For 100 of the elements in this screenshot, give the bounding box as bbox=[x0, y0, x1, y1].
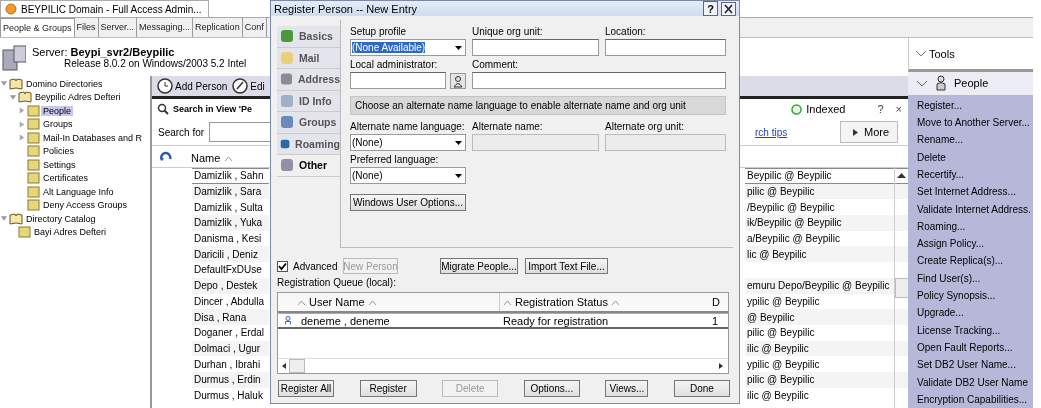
tab[interactable]: Files bbox=[74, 18, 99, 37]
tree-item[interactable]: Beypilic Adres Defteri bbox=[33, 92, 123, 103]
table-cell[interactable]: Dolmaci , Ugur bbox=[192, 340, 269, 357]
dialog-button[interactable]: Done bbox=[673, 380, 730, 397]
tree-item[interactable]: Certificates bbox=[41, 173, 90, 184]
queue-row[interactable]: deneme , deneme Ready for registration 1 bbox=[278, 313, 728, 329]
menu-item[interactable]: Upgrade... bbox=[908, 304, 1033, 322]
table-cell[interactable]: Durmus , Erdin bbox=[192, 371, 269, 388]
checkbox[interactable] bbox=[277, 260, 288, 272]
tab[interactable]: Server... bbox=[98, 18, 138, 37]
table-cell[interactable]: Daricili , Deniz bbox=[192, 246, 269, 263]
more-button[interactable]: More bbox=[840, 121, 898, 143]
scroll-right-arrow-icon[interactable] bbox=[719, 363, 723, 369]
column-header[interactable]: Name bbox=[191, 152, 221, 164]
table-cell[interactable]: Disa , Rana bbox=[192, 309, 269, 325]
tree-item[interactable]: Bayi Adres Defteri bbox=[32, 227, 109, 238]
table-cell[interactable]: Damizlik , Sahn bbox=[192, 168, 269, 184]
nav-tab[interactable]: Basics bbox=[277, 26, 340, 48]
menu-item[interactable]: Roaming... bbox=[908, 217, 1033, 236]
close-button[interactable]: × bbox=[895, 103, 902, 115]
menu-item[interactable]: Delete bbox=[908, 148, 1033, 166]
tab[interactable]: Conf bbox=[242, 18, 267, 37]
collapsed-arrow-icon[interactable] bbox=[18, 119, 26, 129]
tree-item[interactable]: Directory Catalog bbox=[24, 213, 98, 224]
table-cell[interactable]: Damizlik , Yuka bbox=[192, 215, 269, 231]
help-button[interactable]: ? bbox=[703, 1, 718, 16]
menu-item[interactable]: Validate Internet Address. bbox=[908, 200, 1033, 218]
action-button[interactable]: Import Text File... bbox=[525, 258, 608, 274]
nav-tab[interactable]: Groups bbox=[277, 112, 340, 134]
scrollbar-thumb[interactable] bbox=[894, 278, 908, 298]
scrollbar-thumb[interactable] bbox=[289, 359, 305, 373]
toolbar-button[interactable]: Edi bbox=[232, 78, 265, 94]
table-cell[interactable]: Durhan , Ibrahi bbox=[192, 356, 269, 372]
expanded-arrow-icon[interactable] bbox=[9, 92, 17, 102]
menu-item[interactable]: Move to Another Server... bbox=[908, 113, 1033, 132]
dropdown[interactable]: (None) bbox=[350, 134, 466, 151]
menu-item[interactable]: Encryption Capabilities... bbox=[908, 390, 1033, 408]
tab[interactable]: Replication bbox=[193, 18, 243, 37]
menu-item[interactable]: Find User(s)... bbox=[908, 269, 1033, 287]
dialog-button[interactable]: Options... bbox=[523, 380, 580, 397]
dropdown[interactable]: (None) bbox=[350, 167, 466, 184]
input-field[interactable] bbox=[350, 72, 446, 89]
menu-item[interactable]: Policy Synopsis... bbox=[908, 286, 1033, 305]
dialog-button[interactable]: Register bbox=[359, 380, 417, 397]
menu-item[interactable]: Set DB2 User Name... bbox=[908, 356, 1033, 374]
nav-tab[interactable]: Mail bbox=[277, 47, 340, 69]
help-button[interactable]: ? bbox=[877, 103, 884, 115]
action-button[interactable]: Migrate People... bbox=[440, 258, 518, 274]
menu-item[interactable]: Create Replica(s)... bbox=[908, 252, 1033, 270]
tree-item[interactable]: Policies bbox=[41, 146, 76, 157]
window-tab[interactable]: BEYPILIC Domain - Full Access Admin... bbox=[0, 0, 209, 17]
tree-item[interactable]: Alt Language Info bbox=[41, 186, 116, 197]
dialog-button[interactable]: Register All bbox=[278, 380, 334, 397]
search-tips-link[interactable]: rch tips bbox=[755, 126, 835, 138]
column-header[interactable]: D bbox=[712, 293, 722, 311]
table-cell[interactable]: Damizlik , Sulta bbox=[192, 199, 269, 216]
table-cell[interactable]: Dincer , Abdulla bbox=[192, 293, 269, 310]
menu-item[interactable]: Assign Policy... bbox=[908, 235, 1033, 253]
input-field[interactable] bbox=[472, 39, 599, 56]
scrollbar[interactable] bbox=[278, 358, 728, 373]
chevron-down-icon[interactable] bbox=[915, 50, 927, 58]
dropdown[interactable]: (None Available) bbox=[350, 39, 466, 56]
collapsed-arrow-icon[interactable] bbox=[18, 133, 26, 143]
table-cell[interactable]: DefaultFxDUse bbox=[192, 262, 269, 278]
tab[interactable]: Messaging... bbox=[137, 18, 194, 37]
windows-options-button[interactable]: Windows User Options... bbox=[350, 194, 466, 211]
tree-item[interactable]: People bbox=[41, 105, 74, 116]
tree-item[interactable]: Domino Directories bbox=[24, 78, 105, 89]
menu-item[interactable]: Validate DB2 User Name bbox=[908, 373, 1033, 391]
collapsed-arrow-icon[interactable] bbox=[18, 106, 26, 116]
nav-tab[interactable]: ID Info bbox=[277, 90, 340, 112]
table-cell[interactable]: Durmus , Haluk bbox=[192, 387, 269, 404]
scroll-left-arrow-icon[interactable] bbox=[282, 363, 286, 369]
menu-item[interactable]: License Tracking... bbox=[908, 321, 1033, 339]
section-header[interactable]: People bbox=[908, 72, 1033, 95]
menu-item[interactable]: Set Internet Address... bbox=[908, 183, 1033, 201]
tree-item[interactable]: Deny Access Groups bbox=[41, 200, 130, 211]
tree-item[interactable]: Groups bbox=[41, 119, 75, 130]
menu-item[interactable]: Open Fault Reports... bbox=[908, 338, 1033, 357]
table-cell[interactable]: Depo , Destek bbox=[192, 277, 269, 294]
menu-item[interactable]: Rename... bbox=[908, 131, 1033, 149]
menu-item[interactable]: Register... bbox=[908, 96, 1033, 114]
menu-item[interactable]: Recertify... bbox=[908, 165, 1033, 184]
input-field[interactable] bbox=[472, 72, 726, 89]
input-field[interactable] bbox=[605, 39, 726, 56]
table-cell[interactable]: Doganer , Erdal bbox=[192, 324, 269, 341]
person-picker-icon[interactable] bbox=[450, 72, 466, 89]
table-cell[interactable]: Danisma , Kesi bbox=[192, 230, 269, 247]
column-header[interactable]: Registration Status bbox=[499, 293, 712, 311]
search-field[interactable] bbox=[209, 122, 272, 142]
tree-item[interactable]: Mail-In Databases and R bbox=[41, 132, 145, 143]
column-header[interactable]: User Name bbox=[298, 293, 499, 311]
scroll-up-arrow-icon[interactable] bbox=[897, 172, 906, 178]
dialog-button[interactable]: Views... bbox=[605, 380, 649, 397]
close-icon[interactable] bbox=[721, 1, 736, 16]
tab[interactable]: People & Groups bbox=[0, 18, 75, 37]
nav-tab[interactable]: Roaming bbox=[277, 133, 340, 155]
toolbar-button[interactable]: Add Person bbox=[157, 78, 228, 94]
nav-tab[interactable]: Address bbox=[277, 69, 340, 91]
tree-item[interactable]: Settings bbox=[41, 159, 78, 170]
